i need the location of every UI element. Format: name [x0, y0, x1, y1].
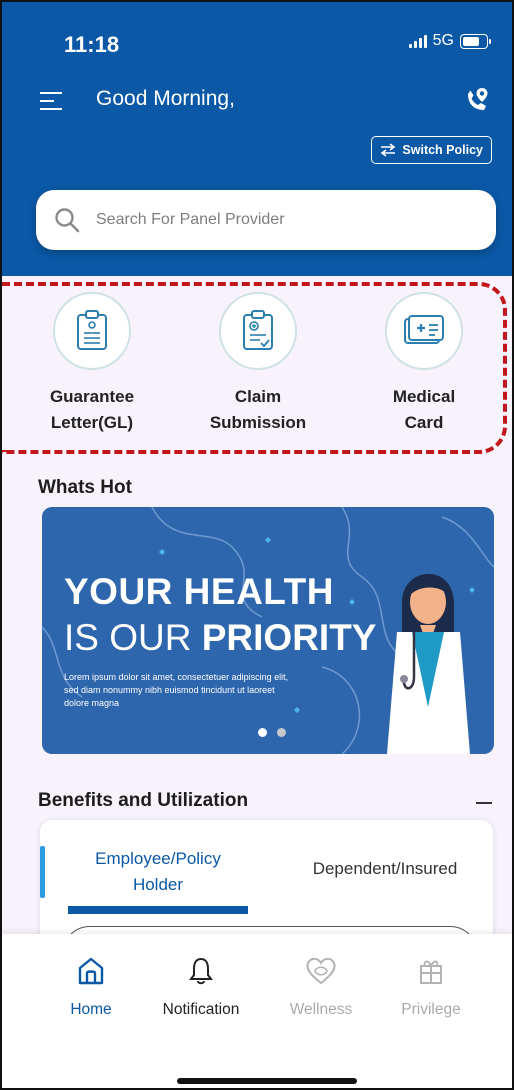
banner-subheadline: IS OUR PRIORITY	[64, 617, 377, 659]
quick-action-medical-card[interactable]: Medical Card	[344, 292, 504, 436]
search-input[interactable]	[94, 210, 458, 230]
nav-label: Wellness	[289, 1001, 353, 1018]
swap-arrows-icon	[381, 143, 396, 157]
medical-card-icon	[404, 315, 444, 344]
switch-policy-label: Switch Policy	[402, 143, 483, 157]
quick-action-label: Medical Card	[344, 384, 504, 436]
nav-label: Privilege	[401, 1001, 461, 1018]
phone-location-icon[interactable]	[462, 86, 490, 114]
home-icon	[78, 957, 104, 985]
search-bar[interactable]	[36, 190, 496, 250]
home-indicator[interactable]	[177, 1078, 357, 1084]
carousel-dot[interactable]	[277, 728, 286, 737]
tab-employee-policy-holder[interactable]: Employee/Policy Holder	[78, 846, 238, 898]
quick-action-label: Claim Submission	[178, 384, 338, 436]
banner-subheadline-light: IS OUR	[64, 617, 192, 658]
greeting-text: Good Morning,	[96, 87, 235, 110]
quick-action-icon-circle	[219, 292, 297, 370]
app-screen: 11:18 5G Good Morning, Switch Policy Sea…	[0, 0, 514, 1090]
tab-dependent-insured[interactable]: Dependent/Insured	[285, 856, 485, 882]
status-indicators: 5G	[408, 32, 491, 50]
switch-policy-button[interactable]: Switch Policy	[371, 136, 492, 164]
gift-icon	[420, 960, 442, 984]
header: 11:18 5G Good Morning, Switch Policy	[2, 2, 512, 276]
doctor-illustration	[387, 573, 470, 754]
bottom-navigation: Home Notification Wellness Privilege	[2, 934, 512, 1088]
collapse-icon[interactable]	[476, 802, 492, 804]
clipboard-medical-icon	[243, 310, 273, 350]
nav-label: Notification	[162, 1001, 240, 1018]
quick-action-label: Guarantee Letter(GL)	[12, 384, 172, 436]
nav-privilege[interactable]: Privilege	[376, 956, 486, 1019]
quick-action-icon-circle	[53, 292, 131, 370]
label-line: Letter(GL)	[50, 413, 134, 432]
label-line: Claim	[234, 387, 282, 406]
quick-action-claim-submission[interactable]: Claim Submission	[178, 292, 338, 436]
wellness-icon	[306, 957, 336, 985]
promo-banner[interactable]: YOUR HEALTH IS OUR PRIORITY Lorem ipsum …	[42, 507, 494, 754]
tab-side-indicator	[40, 846, 45, 898]
tab-label-line: Employee/Policy	[95, 849, 221, 868]
signal-icon	[408, 34, 427, 48]
benefits-title: Benefits and Utilization	[38, 790, 249, 811]
quick-action-guarantee-letter[interactable]: Guarantee Letter(GL)	[12, 292, 172, 436]
banner-subheadline-bold: PRIORITY	[201, 617, 377, 658]
carousel-dots	[258, 728, 286, 737]
banner-body: Lorem ipsum dolor sit amet, consectetuer…	[64, 672, 289, 708]
tab-label-line: Holder	[132, 875, 184, 894]
nav-notification[interactable]: Notification	[146, 956, 256, 1019]
banner-headline: YOUR HEALTH	[64, 571, 334, 612]
tab-label-line: Dependent/Insured	[312, 859, 458, 878]
nav-label: Home	[70, 1001, 112, 1018]
label-line: Guarantee	[49, 387, 135, 406]
network-label: 5G	[432, 32, 454, 49]
label-line: Submission	[209, 413, 307, 432]
carousel-dot-active[interactable]	[258, 728, 267, 737]
bell-icon	[189, 957, 213, 985]
label-line: Card	[404, 413, 444, 432]
clipboard-document-icon	[77, 310, 107, 350]
nav-wellness[interactable]: Wellness	[266, 956, 376, 1019]
label-line: Medical	[392, 387, 456, 406]
menu-icon[interactable]	[40, 92, 62, 116]
search-icon	[55, 208, 80, 233]
active-tab-indicator	[68, 906, 248, 914]
nav-home[interactable]: Home	[36, 956, 146, 1019]
battery-icon	[460, 33, 491, 49]
whats-hot-title: Whats Hot	[38, 477, 132, 498]
quick-action-icon-circle	[385, 292, 463, 370]
status-time: 11:18	[64, 32, 120, 57]
